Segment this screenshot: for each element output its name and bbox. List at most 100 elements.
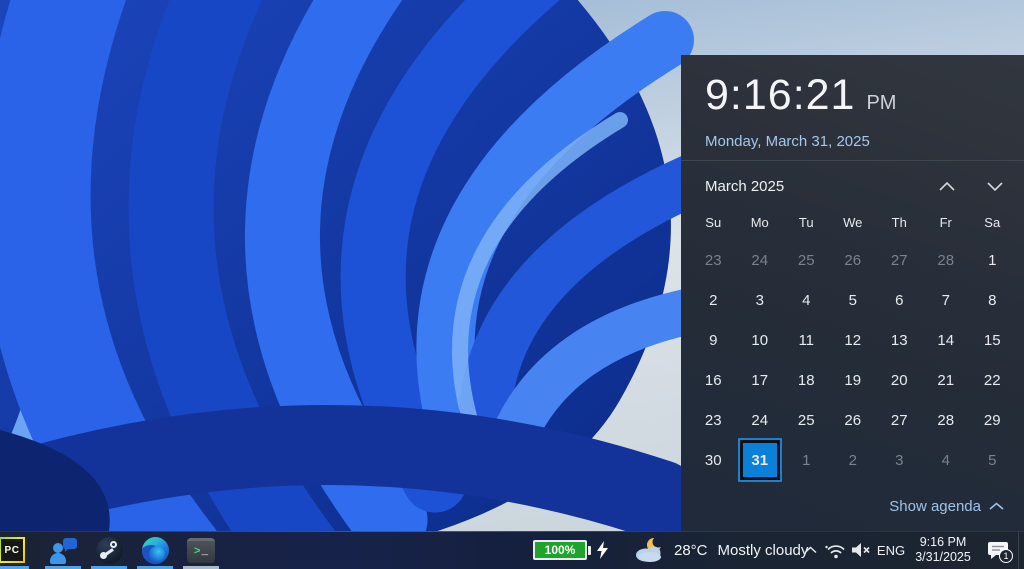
wifi-icon — [824, 542, 846, 559]
pycharm-icon-label: PC — [1, 539, 23, 561]
show-desktop-button[interactable] — [1018, 531, 1024, 569]
calendar-cell[interactable]: 1 — [969, 240, 1016, 280]
calendar-cell[interactable]: 16 — [690, 360, 737, 400]
calendar-cell[interactable]: 12 — [830, 320, 877, 360]
calendar-cell[interactable]: 3 — [737, 280, 784, 320]
network-button[interactable] — [822, 531, 848, 569]
calendar-cell[interactable]: 26 — [830, 400, 877, 440]
calendar-month-label[interactable]: March 2025 — [705, 178, 784, 195]
calendar-cell[interactable]: 11 — [783, 320, 830, 360]
calendar-cell[interactable]: 3 — [876, 440, 923, 480]
system-tray: ENG 9:16 PM 3/31/2025 1 — [798, 531, 1024, 569]
weather-temperature: 28°C — [674, 542, 708, 559]
taskbar-app-edge[interactable] — [136, 531, 174, 569]
weather-widget[interactable]: 28°C Mostly cloudy — [634, 531, 808, 569]
show-hidden-icons-button[interactable] — [798, 531, 822, 569]
action-center-button[interactable]: 1 — [978, 531, 1018, 569]
battery-tip — [588, 546, 591, 555]
calendar-cell[interactable]: 5 — [830, 280, 877, 320]
calendar-cell[interactable]: 23 — [690, 400, 737, 440]
calendar-cell[interactable]: 27 — [876, 240, 923, 280]
day-header: We — [830, 212, 877, 232]
weather-condition: Mostly cloudy — [718, 542, 809, 559]
calendar-cell[interactable]: 8 — [969, 280, 1016, 320]
chevron-down-icon — [986, 181, 1004, 192]
show-agenda-label: Show agenda — [889, 498, 981, 515]
taskbar-app-chat[interactable] — [44, 531, 82, 569]
calendar-cell[interactable]: 19 — [830, 360, 877, 400]
taskbar-app-pycharm[interactable]: PC — [0, 531, 30, 569]
chevron-up-icon — [804, 546, 817, 554]
lightning-bolt-icon — [597, 541, 608, 559]
divider — [681, 160, 1024, 161]
battery-indicator[interactable]: 100% — [533, 531, 608, 569]
calendar-cell[interactable]: 25 — [783, 240, 830, 280]
chevron-up-icon — [938, 181, 956, 192]
calendar-day-headers: SuMoTuWeThFrSa — [690, 212, 1016, 232]
calendar-cell[interactable]: 29 — [969, 400, 1016, 440]
chevron-up-icon — [989, 502, 1004, 511]
clock-calendar-flyout: 9:16:21 PM Monday, March 31, 2025 March … — [681, 55, 1024, 531]
calendar-cell[interactable]: 28 — [923, 400, 970, 440]
moon-behind-cloud-icon — [634, 536, 666, 564]
steam-icon — [96, 537, 123, 564]
clock-time: 9:16:21 — [705, 71, 855, 120]
calendar-cell[interactable]: 2 — [830, 440, 877, 480]
calendar-cell[interactable]: 9 — [690, 320, 737, 360]
clock-full-date[interactable]: Monday, March 31, 2025 — [705, 133, 870, 150]
speaker-muted-icon — [851, 542, 872, 558]
battery-percent: 100% — [545, 543, 576, 557]
language-button[interactable]: ENG — [874, 531, 908, 569]
calendar-cell[interactable]: 28 — [923, 240, 970, 280]
calendar-next-button[interactable] — [986, 180, 1004, 192]
calendar-grid: 2324252627281234567891011121314151617181… — [690, 240, 1016, 480]
calendar-cell[interactable]: 15 — [969, 320, 1016, 360]
clock: 9:16:21 PM — [705, 71, 896, 120]
calendar-cell[interactable]: 30 — [690, 440, 737, 480]
day-header: Fr — [923, 212, 970, 232]
calendar-prev-button[interactable] — [938, 180, 956, 192]
day-header: Tu — [783, 212, 830, 232]
calendar-cell[interactable]: 4 — [923, 440, 970, 480]
battery-icon: 100% — [533, 540, 587, 560]
calendar-cell[interactable]: 13 — [876, 320, 923, 360]
calendar-cell[interactable]: 5 — [969, 440, 1016, 480]
day-header: Mo — [737, 212, 784, 232]
chat-person-icon — [49, 537, 77, 564]
show-agenda-button[interactable]: Show agenda — [889, 498, 1004, 515]
calendar-cell[interactable]: 2 — [690, 280, 737, 320]
edge-icon — [142, 537, 169, 564]
calendar-cell[interactable]: 6 — [876, 280, 923, 320]
pycharm-icon: PC — [0, 537, 25, 563]
day-header: Su — [690, 212, 737, 232]
calendar-cell[interactable]: 18 — [783, 360, 830, 400]
taskbar-app-terminal[interactable]: > _ — [182, 531, 220, 569]
calendar-cell[interactable]: 26 — [830, 240, 877, 280]
calendar-cell[interactable]: 21 — [923, 360, 970, 400]
tray-clock-button[interactable]: 9:16 PM 3/31/2025 — [908, 531, 978, 569]
tray-date: 3/31/2025 — [915, 550, 971, 565]
calendar-cell[interactable]: 14 — [923, 320, 970, 360]
calendar-cell[interactable]: 7 — [923, 280, 970, 320]
calendar-cell[interactable]: 20 — [876, 360, 923, 400]
calendar-cell[interactable]: 22 — [969, 360, 1016, 400]
taskbar: PC > — [0, 531, 1024, 569]
tray-time: 9:16 PM — [920, 535, 967, 550]
day-header: Th — [876, 212, 923, 232]
taskbar-apps: PC > — [0, 531, 228, 569]
calendar-cell[interactable]: 24 — [737, 240, 784, 280]
calendar-cell[interactable]: 17 — [737, 360, 784, 400]
volume-button[interactable] — [848, 531, 874, 569]
calendar-cell[interactable]: 4 — [783, 280, 830, 320]
calendar-cell[interactable]: 24 — [737, 400, 784, 440]
calendar-cell[interactable]: 1 — [783, 440, 830, 480]
calendar-cell[interactable]: 25 — [783, 400, 830, 440]
calendar-cell[interactable]: 27 — [876, 400, 923, 440]
clock-meridiem: PM — [866, 92, 896, 115]
calendar-cell-today[interactable]: 31 — [743, 443, 777, 477]
day-header: Sa — [969, 212, 1016, 232]
calendar-cell[interactable]: 10 — [737, 320, 784, 360]
desktop: 9:16:21 PM Monday, March 31, 2025 March … — [0, 0, 1024, 569]
taskbar-app-steam[interactable] — [90, 531, 128, 569]
calendar-cell[interactable]: 23 — [690, 240, 737, 280]
